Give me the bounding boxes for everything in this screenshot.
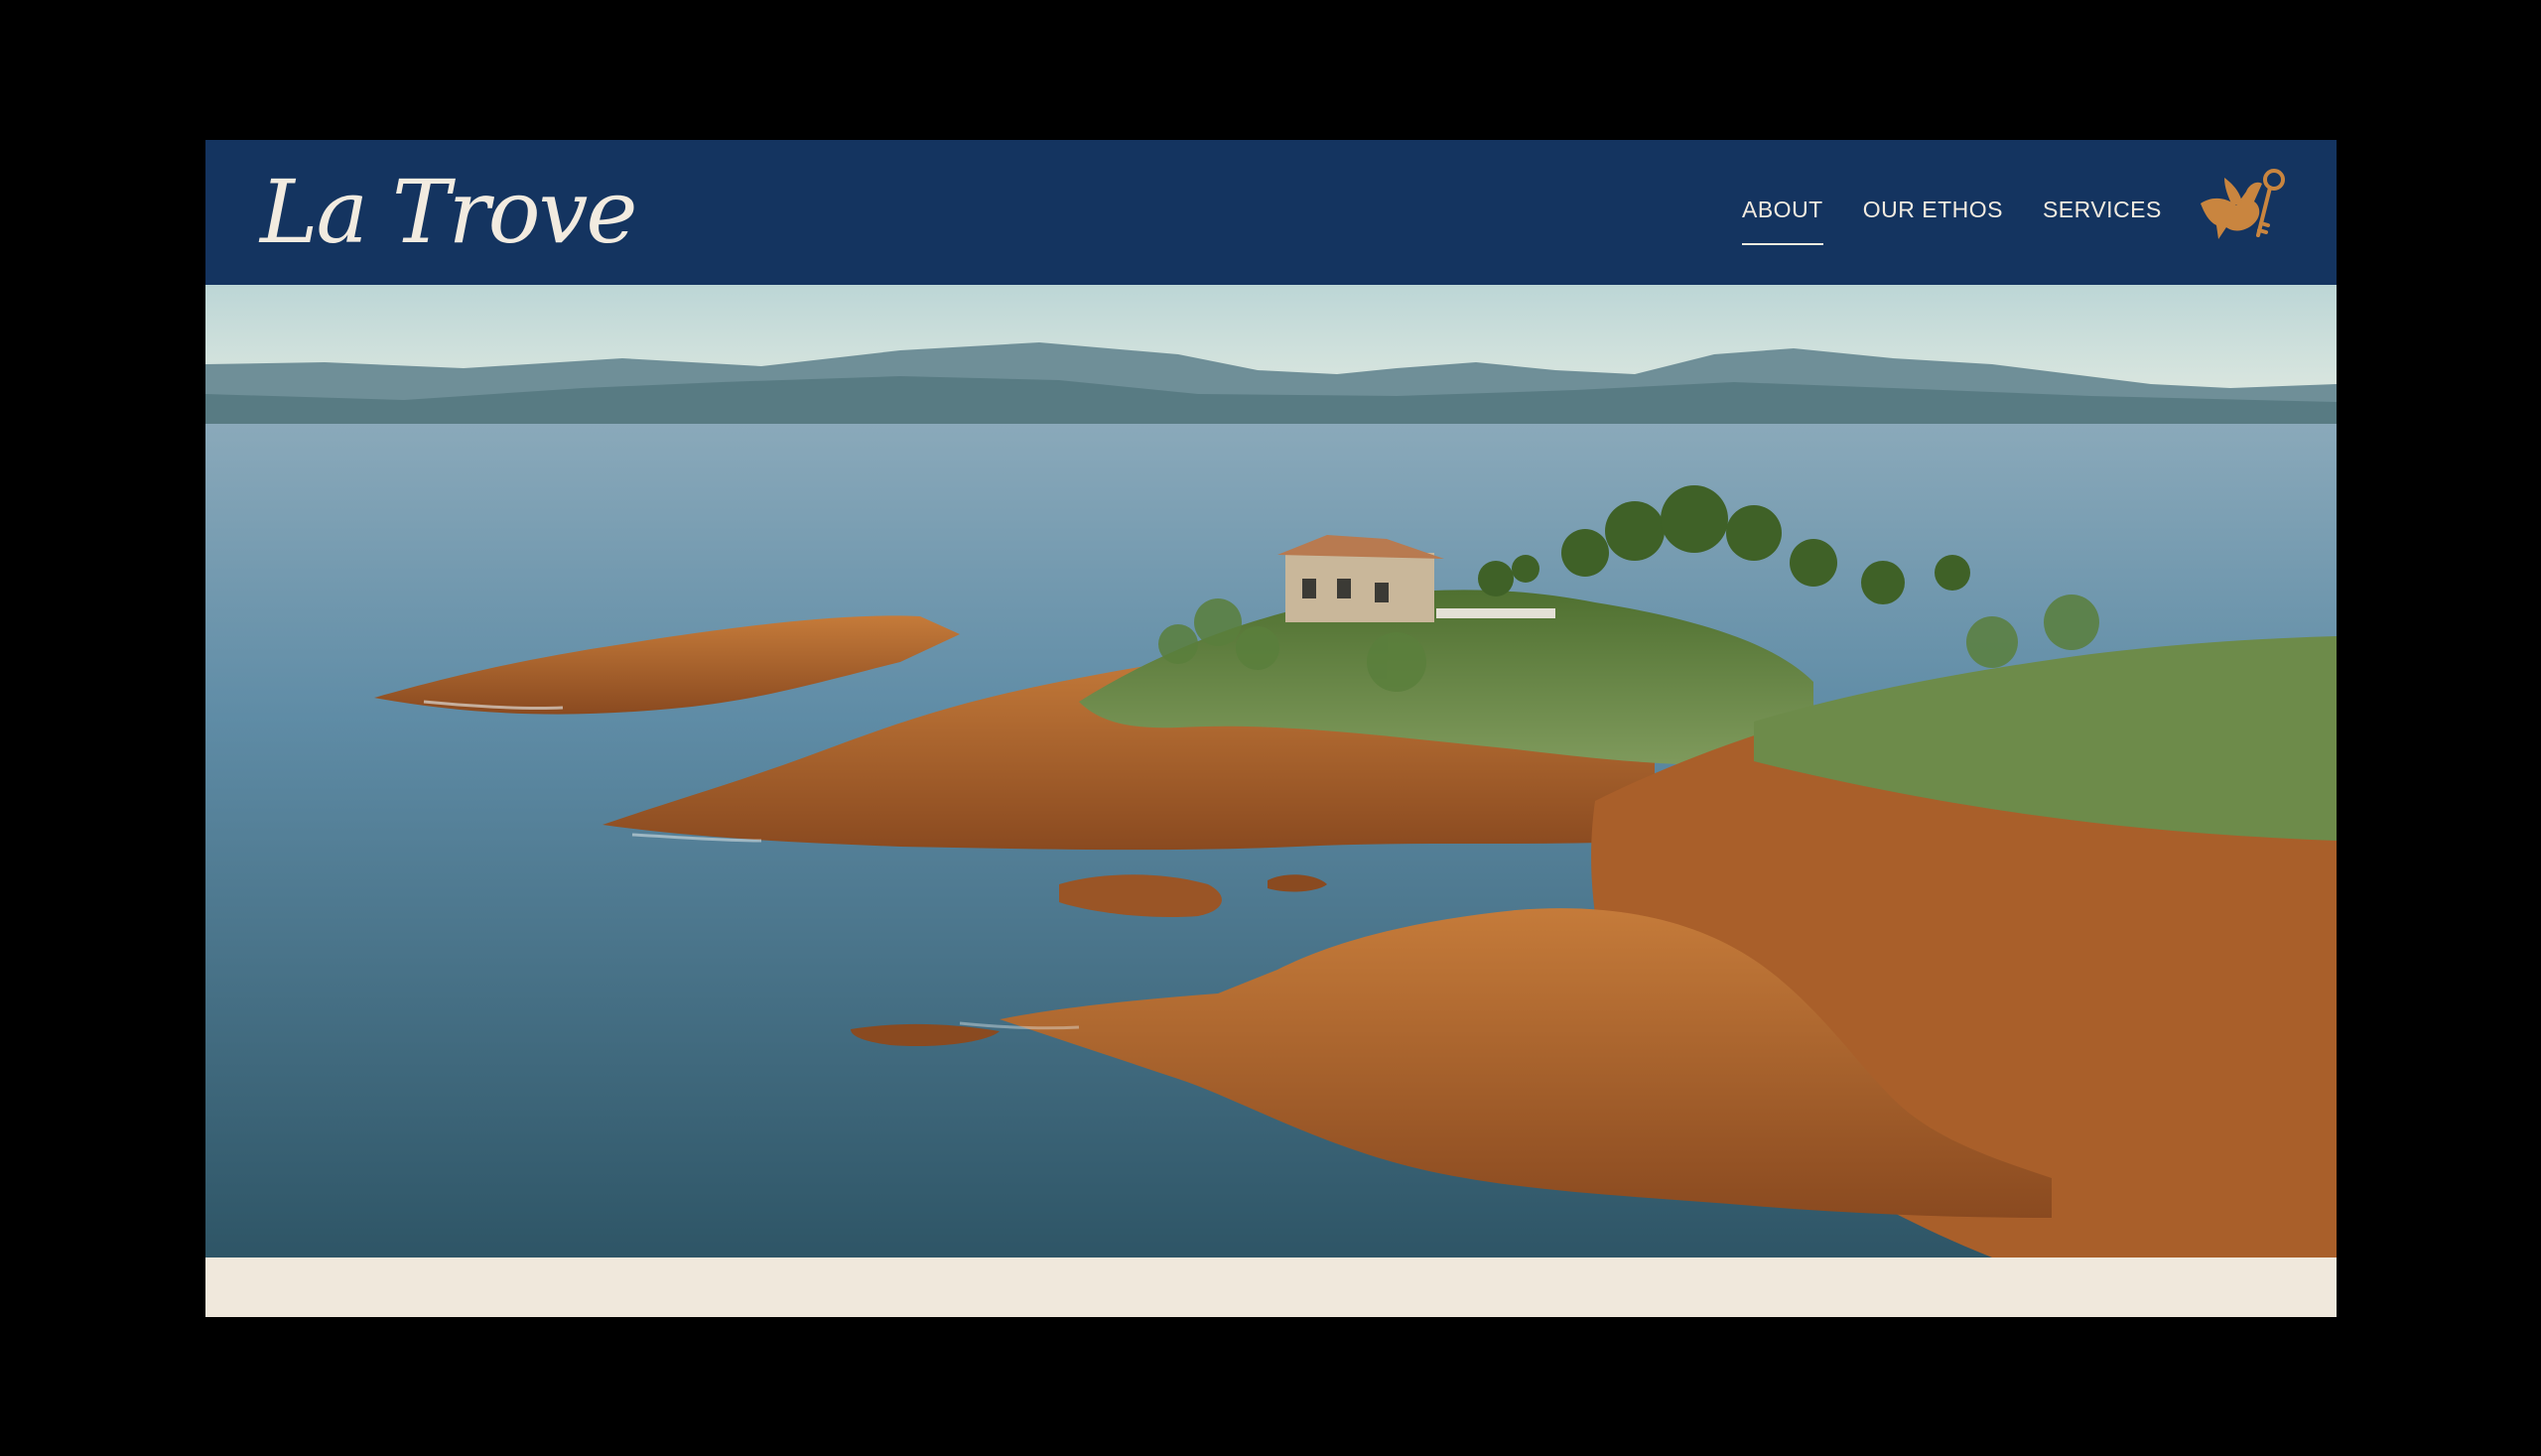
nav-about[interactable]: ABOUT — [1742, 188, 1823, 245]
browser-frame: La Trove ABOUT OUR ETHOS SERVICES — [205, 140, 2337, 1317]
hero-image — [205, 285, 2337, 1257]
bird-with-key-graphic — [2201, 169, 2285, 239]
nav-our-ethos[interactable]: OUR ETHOS — [1863, 188, 2003, 243]
content-strip — [205, 1257, 2337, 1317]
bird-with-key-icon[interactable] — [2197, 162, 2292, 261]
main-nav: ABOUT OUR ETHOS SERVICES — [1742, 188, 2162, 245]
site-header: La Trove ABOUT OUR ETHOS SERVICES — [205, 140, 2337, 285]
nav-services[interactable]: SERVICES — [2043, 188, 2162, 243]
coastal-landscape-image — [205, 285, 2337, 1257]
site-logo[interactable]: La Trove — [260, 158, 637, 267]
